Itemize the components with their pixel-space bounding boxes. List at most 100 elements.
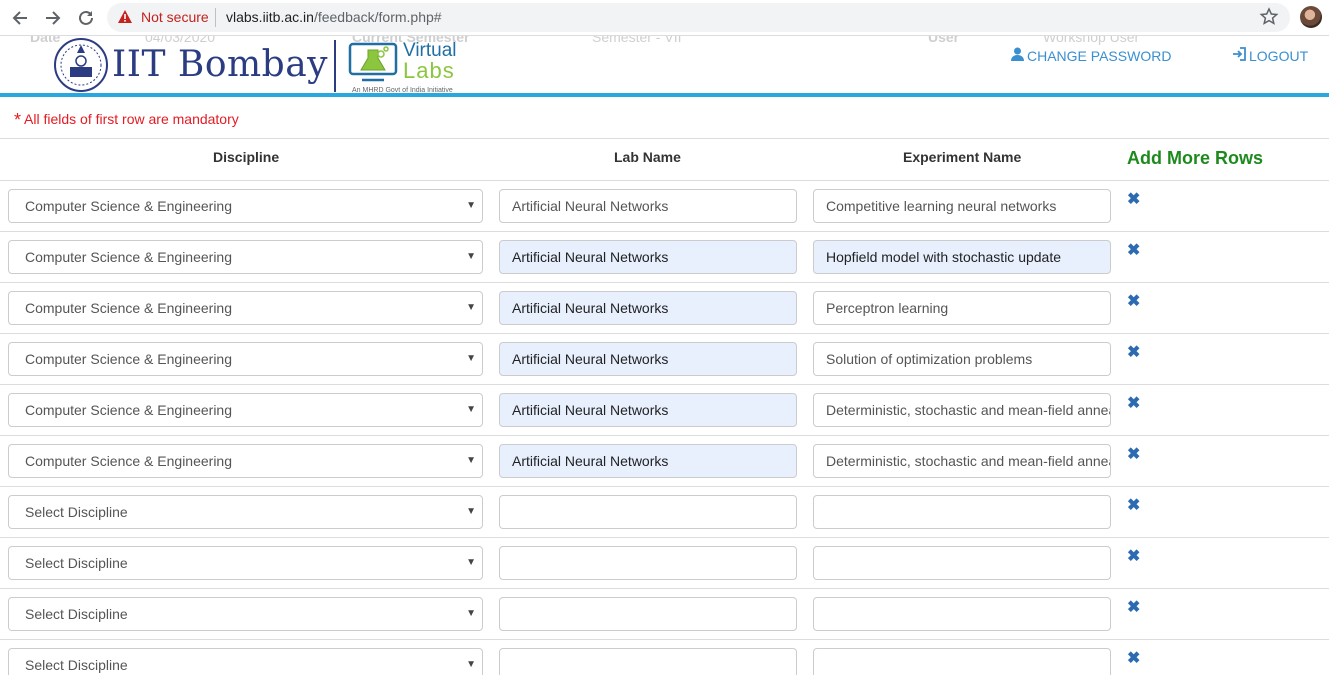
discipline-value: Computer Science & Engineering [25, 249, 233, 265]
experiment-name-input[interactable]: Competitive learning neural networks [813, 189, 1111, 223]
experiment-name-input[interactable]: Deterministic, stochastic and mean-field… [813, 393, 1111, 427]
logout-label: LOGOUT [1249, 47, 1309, 64]
form-row: Computer Science & Engineering ▼ Artificia… [0, 283, 1329, 334]
bookmark-star-icon[interactable] [1259, 7, 1279, 30]
dropdown-caret-icon: ▼ [466, 251, 476, 262]
form-row: Computer Science & Engineering ▼ Artificia… [0, 232, 1329, 283]
remove-row-close-icon[interactable]: ✖ [1127, 597, 1140, 617]
table-top-border [0, 138, 1329, 139]
discipline-value: Computer Science & Engineering [25, 351, 233, 367]
column-header-lab-name: Lab Name [614, 149, 681, 165]
institute-name: IIT Bombay [112, 44, 329, 85]
discipline-select[interactable]: Computer Science & Engineering ▼ [8, 444, 483, 478]
dropdown-caret-icon: ▼ [466, 557, 476, 568]
change-password-label: CHANGE PASSWORD [1027, 47, 1172, 64]
discipline-select[interactable]: Computer Science & Engineering ▼ [8, 393, 483, 427]
header-divider [334, 40, 336, 92]
dropdown-caret-icon: ▼ [466, 659, 476, 670]
experiment-name-input[interactable]: Deterministic, stochastic and mean-field… [813, 444, 1111, 478]
dropdown-caret-icon: ▼ [466, 353, 476, 364]
dropdown-caret-icon: ▼ [466, 200, 476, 211]
url-text[interactable]: vlabs.iitb.ac.in/feedback/form.php# [226, 9, 442, 25]
add-more-rows-button[interactable]: Add More Rows [1127, 148, 1263, 169]
discipline-select[interactable]: Computer Science & Engineering ▼ [8, 291, 483, 325]
discipline-value: Select Discipline [25, 657, 128, 673]
logout-link[interactable]: LOGOUT [1232, 47, 1308, 64]
form-row: Select Discipline ▼ ✖ [0, 640, 1329, 675]
url-path: /feedback/form.php# [313, 9, 442, 25]
lab-name-input[interactable]: Artificial Neural Networks [499, 240, 797, 274]
experiment-name-input[interactable] [813, 648, 1111, 675]
mandatory-text: All fields of first row are mandatory [24, 111, 239, 127]
lab-name-input[interactable]: Artificial Neural Networks [499, 189, 797, 223]
remove-row-close-icon[interactable]: ✖ [1127, 291, 1140, 311]
remove-row-close-icon[interactable]: ✖ [1127, 393, 1140, 413]
remove-row-close-icon[interactable]: ✖ [1127, 342, 1140, 362]
lab-name-input[interactable] [499, 546, 797, 580]
forward-icon[interactable] [41, 6, 65, 30]
required-asterisk: * [14, 110, 22, 130]
address-bar[interactable]: Not secure vlabs.iitb.ac.in/feedback/for… [107, 3, 1290, 32]
lab-name-input[interactable] [499, 648, 797, 675]
iit-bombay-emblem-icon [52, 37, 110, 96]
form-row: Computer Science & Engineering ▼ Artificia… [0, 436, 1329, 487]
lab-name-input[interactable] [499, 597, 797, 631]
user-icon [1011, 47, 1024, 64]
mandatory-note: * All fields of first row are mandatory [14, 110, 239, 131]
discipline-value: Select Discipline [25, 606, 128, 622]
discipline-value: Computer Science & Engineering [25, 453, 233, 469]
remove-row-close-icon[interactable]: ✖ [1127, 546, 1140, 566]
lab-name-input[interactable]: Artificial Neural Networks [499, 393, 797, 427]
labs-wordmark: Labs [403, 58, 455, 83]
back-icon[interactable] [8, 6, 32, 30]
discipline-value: Computer Science & Engineering [25, 402, 233, 418]
discipline-select[interactable]: Select Discipline ▼ [8, 495, 483, 529]
lab-name-input[interactable]: Artificial Neural Networks [499, 444, 797, 478]
lab-name-input[interactable]: Artificial Neural Networks [499, 291, 797, 325]
discipline-select[interactable]: Computer Science & Engineering ▼ [8, 240, 483, 274]
column-header-experiment-name: Experiment Name [903, 149, 1022, 165]
not-secure-label[interactable]: Not secure [141, 9, 209, 25]
omnibox-separator [215, 8, 216, 27]
experiment-name-input[interactable]: Solution of optimization problems [813, 342, 1111, 376]
remove-row-close-icon[interactable]: ✖ [1127, 189, 1140, 209]
dropdown-caret-icon: ▼ [466, 302, 476, 313]
reload-icon[interactable] [74, 6, 98, 30]
column-header-discipline: Discipline [213, 149, 280, 165]
form-row: Select Discipline ▼ ✖ [0, 589, 1329, 640]
experiment-name-input[interactable]: Perceptron learning [813, 291, 1111, 325]
discipline-select[interactable]: Select Discipline ▼ [8, 648, 483, 675]
form-row: Select Discipline ▼ ✖ [0, 487, 1329, 538]
discipline-select[interactable]: Computer Science & Engineering ▼ [8, 342, 483, 376]
remove-row-close-icon[interactable]: ✖ [1127, 495, 1140, 515]
dropdown-caret-icon: ▼ [466, 506, 476, 517]
remove-row-close-icon[interactable]: ✖ [1127, 240, 1140, 260]
discipline-select[interactable]: Select Discipline ▼ [8, 546, 483, 580]
profile-avatar[interactable] [1300, 6, 1322, 28]
discipline-select[interactable]: Select Discipline ▼ [8, 597, 483, 631]
browser-toolbar: Not secure vlabs.iitb.ac.in/feedback/for… [0, 0, 1329, 36]
discipline-value: Computer Science & Engineering [25, 300, 233, 316]
experiment-name-input[interactable] [813, 546, 1111, 580]
dropdown-caret-icon: ▼ [466, 608, 476, 619]
form-row: Computer Science & Engineering ▼ Artificia… [0, 181, 1329, 232]
lab-name-input[interactable]: Artificial Neural Networks [499, 342, 797, 376]
tagline: An MHRD Govt of India Initiative [352, 87, 453, 94]
experiment-name-input[interactable] [813, 495, 1111, 529]
discipline-select[interactable]: Computer Science & Engineering ▼ [8, 189, 483, 223]
dropdown-caret-icon: ▼ [466, 404, 476, 415]
discipline-value: Select Discipline [25, 504, 128, 520]
experiment-name-input[interactable]: Hopfield model with stochastic update [813, 240, 1111, 274]
url-host: vlabs.iitb.ac.in [226, 9, 314, 25]
remove-row-close-icon[interactable]: ✖ [1127, 648, 1140, 668]
discipline-value: Computer Science & Engineering [25, 198, 233, 214]
experiment-name-input[interactable] [813, 597, 1111, 631]
virtual-labs-logo-icon [348, 42, 400, 87]
form-row: Computer Science & Engineering ▼ Artificia… [0, 385, 1329, 436]
lab-name-input[interactable] [499, 495, 797, 529]
remove-row-close-icon[interactable]: ✖ [1127, 444, 1140, 464]
dropdown-caret-icon: ▼ [466, 455, 476, 466]
change-password-link[interactable]: CHANGE PASSWORD [1011, 47, 1171, 64]
site-header: IIT Bombay Virtual Labs An MHRD Govt of … [0, 36, 1329, 97]
warning-icon[interactable] [117, 9, 133, 28]
